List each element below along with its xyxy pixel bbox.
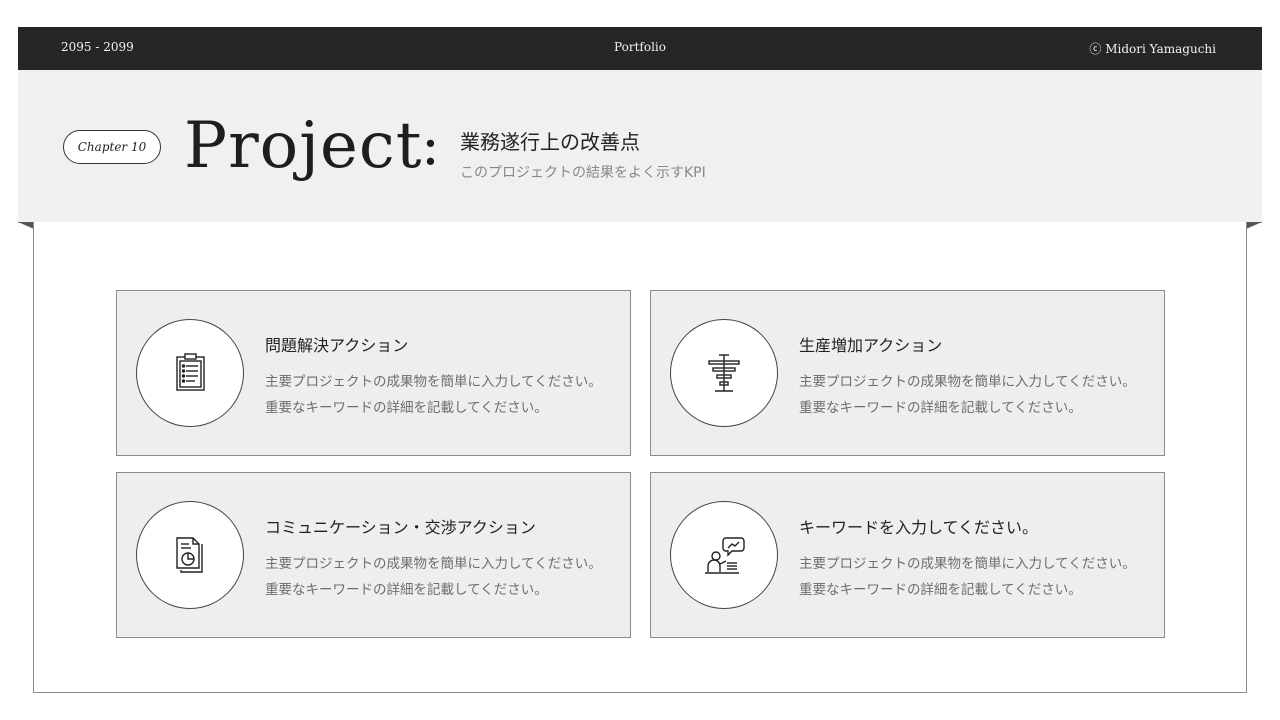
card-description: 主要プロジェクトの成果物を簡単に入力してください。 重要なキーワードの詳細を記載… xyxy=(799,556,1136,598)
action-card-production-increase: 生産増加アクション 主要プロジェクトの成果物を簡単に入力してください。 重要なキ… xyxy=(650,290,1165,456)
clipboard-checklist-icon xyxy=(176,353,205,391)
header-fold-left xyxy=(18,222,34,229)
card-icon-circle xyxy=(670,501,778,609)
card-description: 主要プロジェクトの成果物を簡単に入力してください。 重要なキーワードの詳細を記載… xyxy=(265,556,602,598)
action-card-keyword: キーワードを入力してください。 主要プロジェクトの成果物を簡単に入力してください… xyxy=(650,472,1165,638)
author-credit: ⓒ Midori Yamaguchi xyxy=(1089,42,1216,56)
card-title: 生産増加アクション xyxy=(799,336,943,355)
header-fold-right xyxy=(1246,222,1262,229)
page-subtitle: 業務遂行上の改善点 xyxy=(460,130,640,154)
card-description: 主要プロジェクトの成果物を簡単に入力してください。 重要なキーワードの詳細を記載… xyxy=(265,374,602,416)
card-icon-circle xyxy=(136,319,244,427)
card-title: 問題解決アクション xyxy=(265,336,409,355)
chapter-badge: Chapter 10 xyxy=(63,130,161,164)
action-card-communication: コミュニケーション・交渉アクション 主要プロジェクトの成果物を簡単に入力してくだ… xyxy=(116,472,631,638)
card-description: 主要プロジェクトの成果物を簡単に入力してください。 重要なキーワードの詳細を記載… xyxy=(799,374,1136,416)
portfolio-title: Portfolio xyxy=(614,40,666,54)
top-bar: 2095 - 2099 Portfolio ⓒ Midori Yamaguchi xyxy=(18,27,1262,70)
card-title: コミュニケーション・交渉アクション xyxy=(265,518,536,537)
card-icon-circle xyxy=(136,501,244,609)
document-pie-chart-icon xyxy=(176,537,203,573)
presenter-chat-icon xyxy=(705,537,745,574)
page-title: Project xyxy=(184,109,423,183)
page-description: このプロジェクトの結果をよく示すKPI xyxy=(460,165,706,181)
title-colon: : xyxy=(421,113,440,178)
card-icon-circle xyxy=(670,319,778,427)
action-card-problem-solving: 問題解決アクション 主要プロジェクトの成果物を簡単に入力してください。 重要なキ… xyxy=(116,290,631,456)
card-title: キーワードを入力してください。 xyxy=(799,518,1039,537)
bar-gauge-icon xyxy=(708,354,740,392)
